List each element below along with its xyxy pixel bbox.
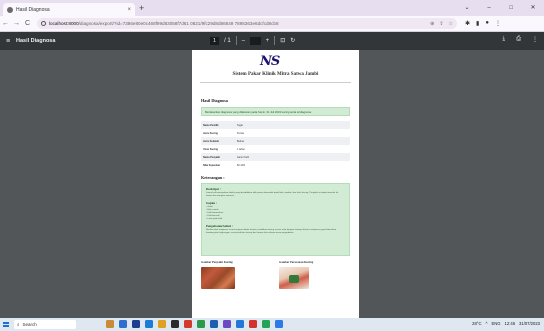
- globe-icon: [7, 6, 13, 13]
- treatment-image: [279, 267, 309, 289]
- zoom-level-field[interactable]: [250, 36, 261, 45]
- app-icon[interactable]: [171, 320, 179, 328]
- search-icon: ⌕: [17, 322, 20, 327]
- app-icon[interactable]: [210, 320, 218, 328]
- extensions-icon[interactable]: ✱: [465, 20, 470, 27]
- maximize-button[interactable]: □: [500, 0, 522, 16]
- app-icon[interactable]: [197, 320, 205, 328]
- search-placeholder: Search: [22, 322, 37, 327]
- bookmark-star-icon[interactable]: ☆: [449, 21, 453, 27]
- forward-button[interactable]: →: [11, 20, 22, 27]
- url-path: /diagnosa/export/?id=7386e80e0c468f99d83…: [78, 21, 279, 26]
- system-tray: 28°C ^ ENG 12:46 31/07/2023: [472, 321, 540, 326]
- weather-temp[interactable]: 28°C: [472, 321, 481, 326]
- app-icon[interactable]: [132, 320, 140, 328]
- url-host: localhost:8000: [49, 21, 79, 26]
- print-icon[interactable]: ⎙: [516, 36, 521, 43]
- tab-search-icon[interactable]: ⌄: [456, 0, 478, 16]
- diagnosis-alert: Berdasarkan diagnosa yang dilakukan pada…: [201, 107, 350, 116]
- disease-image-caption: Gambar Penyakit Kucing: [201, 260, 233, 264]
- tab-strip: Hasil Diagnosa × + ⌄ – □ ✕: [0, 0, 544, 16]
- keterangan-heading: Keterangan :: [201, 175, 225, 180]
- table-row: Nama Pemilik Tegar: [201, 121, 350, 129]
- info-panel: Deskripsi : Jamur kulit merupakan infeks…: [201, 183, 350, 256]
- taskbar-apps: [106, 320, 283, 328]
- minimize-button[interactable]: –: [478, 0, 500, 16]
- clinic-name: Sistem Pakar Klinik Mitra Satwa Jambi: [232, 72, 319, 77]
- site-info-icon[interactable]: [41, 21, 46, 26]
- clock-time[interactable]: 12:46: [505, 321, 515, 326]
- zoom-in-button[interactable]: +: [266, 38, 270, 44]
- app-icon[interactable]: [145, 320, 153, 328]
- app-icon[interactable]: [249, 320, 257, 328]
- reload-button[interactable]: C: [22, 20, 33, 27]
- zoom-out-button[interactable]: –: [242, 38, 245, 44]
- taskbar-search[interactable]: ⌕ Search: [14, 320, 76, 329]
- fit-page-icon[interactable]: ⊡: [280, 37, 285, 44]
- pdf-viewer[interactable]: NS Sistem Pakar Klinik Mitra Satwa Jambi…: [0, 50, 544, 318]
- sidebar-icon[interactable]: ▮: [476, 20, 479, 27]
- divider: [200, 82, 351, 83]
- share-icon[interactable]: ⇪: [439, 21, 443, 27]
- profile-icon[interactable]: ●: [485, 20, 489, 27]
- close-tab-icon[interactable]: ×: [127, 7, 131, 13]
- pdf-document-title: Hasil Diagnosa: [16, 38, 56, 44]
- pdf-toolbar: ≡ Hasil Diagnosa 1 / 1 – + ⊡ ↻ ⤓ ⎙ ⋮: [0, 32, 544, 50]
- app-icon[interactable]: [236, 320, 244, 328]
- window-controls: ⌄ – □ ✕: [456, 0, 544, 16]
- more-options-icon[interactable]: ⋮: [532, 36, 538, 43]
- clock-date[interactable]: 31/07/2023: [519, 321, 540, 326]
- section-title: Gejala :: [206, 201, 217, 205]
- table-row: Nama Penyakit Jamur Kulit: [201, 153, 350, 161]
- new-tab-button[interactable]: +: [139, 3, 144, 13]
- browser-menu-icon[interactable]: ⋮: [495, 20, 501, 27]
- tray-chevron-icon[interactable]: ^: [486, 321, 488, 326]
- treatment-image-caption: Gambar Perawatan Kucing: [279, 260, 314, 264]
- clinic-logo: NS: [260, 54, 280, 69]
- app-icon[interactable]: [119, 320, 127, 328]
- pdf-menu-icon[interactable]: ≡: [0, 38, 16, 45]
- app-icon[interactable]: [184, 320, 192, 328]
- browser-tab[interactable]: Hasil Diagnosa ×: [3, 3, 135, 16]
- toolbar-divider: [235, 36, 237, 45]
- back-button[interactable]: ←: [0, 20, 11, 27]
- app-icon[interactable]: [158, 320, 166, 328]
- taskbar: ⌕ Search 28°C ^ ENG 12:46 31/07/2023: [0, 318, 544, 331]
- url-field[interactable]: localhost:8000 /diagnosa/export/?id=7386…: [37, 18, 457, 29]
- list-item: • Luka pada kulit: [206, 217, 223, 220]
- toolbar-divider: [274, 36, 276, 45]
- table-row: Umur Kucing 1 tahun: [203, 147, 245, 151]
- page-heading: Hasil Diagnosa: [201, 98, 228, 103]
- page-number-input[interactable]: 1: [210, 36, 220, 45]
- app-icon[interactable]: [106, 320, 114, 328]
- section-title: Deskripsi :: [206, 187, 221, 191]
- table-row: Nilai Kepastian 82.14%: [203, 163, 246, 167]
- section-title: Pengobatan/Solusi :: [206, 223, 234, 228]
- table-row: Jenis Kucing Persia: [203, 131, 244, 135]
- page-total: / 1: [224, 37, 231, 44]
- app-icon[interactable]: [275, 320, 283, 328]
- symptom-list: • Gatal • Bulu rontok • Kulit kemerahan …: [206, 206, 345, 221]
- pdf-page: NS Sistem Pakar Klinik Mitra Satwa Jambi…: [192, 50, 359, 318]
- language-indicator[interactable]: ENG: [491, 321, 500, 326]
- app-icon[interactable]: [262, 320, 270, 328]
- zoom-icon[interactable]: ⊕: [430, 21, 434, 27]
- section-text: Jamur kulit merupakan infeksi yang diseb…: [206, 192, 339, 197]
- address-bar: ← → C localhost:8000 /diagnosa/export/?i…: [0, 16, 544, 32]
- windows-start-icon[interactable]: [0, 321, 12, 328]
- diagnosis-table: Nama Pemilik Tegar Jenis Kucing Persia Jen…: [201, 121, 350, 169]
- rotate-icon[interactable]: ↻: [290, 37, 295, 44]
- section-text: Berikan obat antijamur sesuai anjuran do…: [206, 228, 337, 234]
- tab-title: Hasil Diagnosa: [16, 6, 50, 13]
- close-window-button[interactable]: ✕: [522, 0, 544, 16]
- table-row: Jenis Kelamin Betina: [201, 137, 350, 145]
- disease-image: [201, 267, 235, 289]
- download-icon[interactable]: ⤓: [503, 36, 506, 43]
- app-icon[interactable]: [223, 320, 231, 328]
